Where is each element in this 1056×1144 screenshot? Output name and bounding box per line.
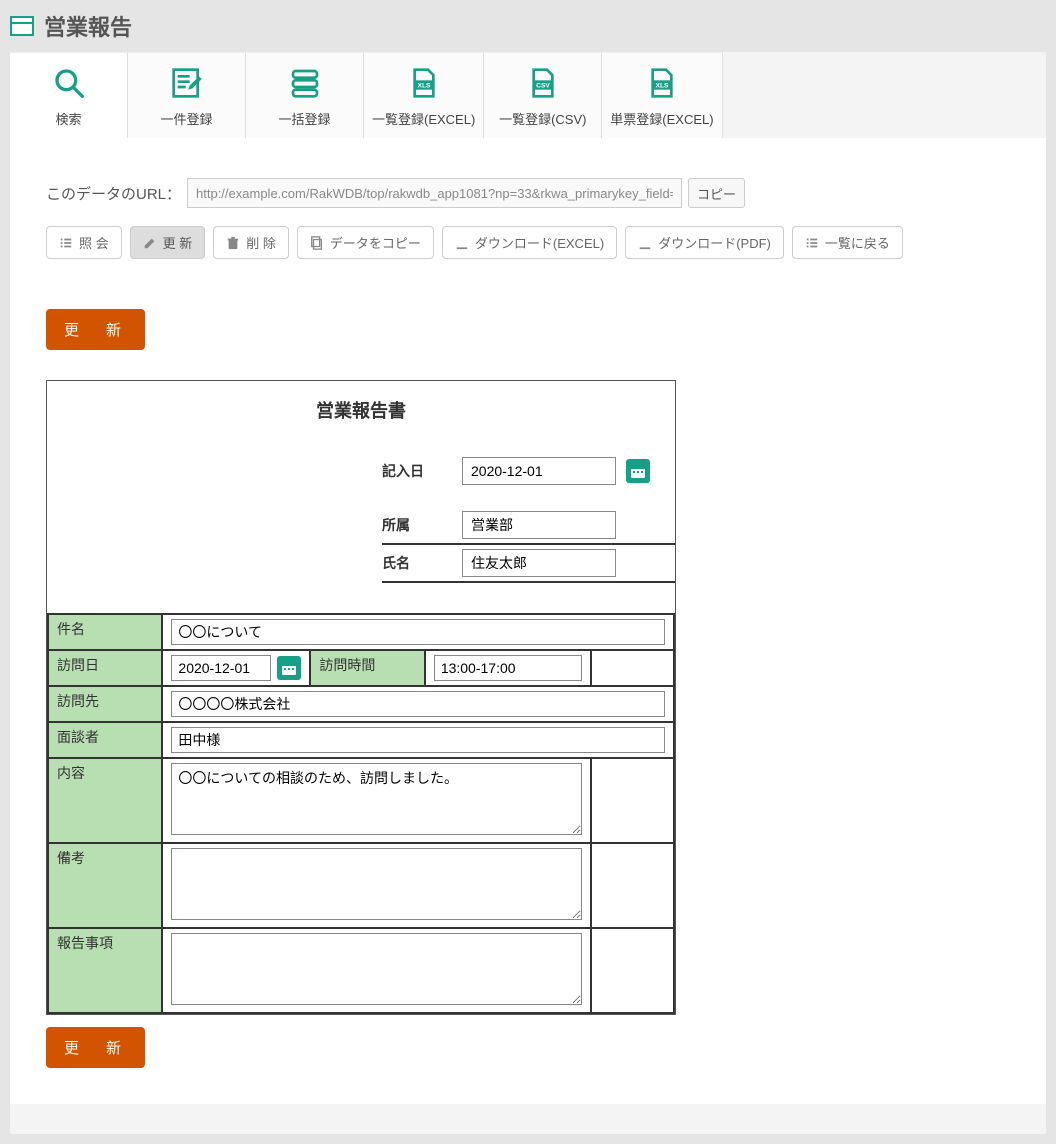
- visit-time-input[interactable]: [434, 655, 582, 681]
- copy-button[interactable]: コピー: [688, 178, 745, 208]
- download-excel-button[interactable]: ダウンロード(EXCEL): [442, 226, 617, 259]
- subject-label: 件名: [48, 614, 162, 650]
- tab-label: 単票登録(EXCEL): [610, 109, 713, 128]
- row-subject: 件名: [48, 614, 674, 650]
- pencil-icon: [143, 236, 157, 250]
- delete-button[interactable]: 削 除: [213, 226, 289, 259]
- data-grid: 件名 訪問日 訪問時間: [47, 613, 675, 1014]
- interviewee-label: 面談者: [48, 722, 162, 758]
- button-label: 更 新: [163, 233, 193, 252]
- copy-icon: [310, 236, 324, 250]
- row-visit-date: 訪問日 訪問時間: [48, 650, 674, 686]
- tab-label: 一括登録: [278, 109, 330, 128]
- action-bar: 照 会 更 新 削 除 データをコピー ダウンロード(EXCEL) ダウンロード…: [46, 226, 1010, 259]
- svg-text:XLS: XLS: [417, 83, 431, 90]
- tab-list-register-excel[interactable]: XLS 一覧登録(EXCEL): [364, 52, 484, 138]
- tab-label: 検索: [55, 109, 81, 128]
- visit-date-label: 訪問日: [48, 650, 162, 686]
- entry-date-label: 記入日: [382, 461, 452, 481]
- view-button[interactable]: 照 会: [46, 226, 122, 259]
- report-textarea[interactable]: [171, 933, 581, 1005]
- row-destination: 訪問先: [48, 686, 674, 722]
- tabs: 検索 一件登録 一括登録 XLS 一覧登録(EXCEL) CSV 一覧登録(CS…: [10, 52, 723, 138]
- tab-list-register-csv[interactable]: CSV 一覧登録(CSV): [484, 52, 602, 138]
- tab-search[interactable]: 検索: [10, 52, 128, 138]
- visit-time-label: 訪問時間: [310, 650, 424, 686]
- tab-single-register[interactable]: 一件登録: [128, 52, 246, 138]
- edit-doc-icon: [171, 67, 203, 99]
- name-label: 氏名: [382, 553, 452, 573]
- interviewee-input[interactable]: [171, 727, 665, 753]
- tab-single-register-excel[interactable]: XLS 単票登録(EXCEL): [602, 52, 722, 138]
- update-button-bottom[interactable]: 更 新: [46, 1027, 145, 1068]
- row-report: 報告事項: [48, 928, 674, 1013]
- xls-file-icon: XLS: [408, 67, 440, 99]
- page-title: 営業報告: [44, 10, 132, 42]
- main-panel: 検索 一件登録 一括登録 XLS 一覧登録(EXCEL) CSV 一覧登録(CS…: [10, 52, 1046, 1134]
- form-sheet: 営業報告書 記入日 所属 氏名: [46, 380, 676, 1015]
- back-to-list-button[interactable]: 一覧に戻る: [792, 226, 903, 259]
- stack-icon: [289, 67, 321, 99]
- download-icon: [455, 236, 469, 250]
- row-interviewee: 面談者: [48, 722, 674, 758]
- tab-bulk-register[interactable]: 一括登録: [246, 52, 364, 138]
- svg-text:XLS: XLS: [655, 83, 669, 90]
- calendar-icon[interactable]: [626, 459, 650, 483]
- url-label: このデータのURL：: [46, 183, 181, 204]
- button-label: 一覧に戻る: [825, 233, 890, 252]
- content-label: 内容: [48, 758, 162, 843]
- name-input[interactable]: [462, 549, 616, 577]
- search-icon: [53, 67, 85, 99]
- sheet-title: 営業報告書: [47, 381, 675, 453]
- entry-date-input[interactable]: [462, 457, 616, 485]
- button-label: データをコピー: [330, 233, 421, 252]
- content-area: このデータのURL： コピー 照 会 更 新 削 除 データをコピー: [10, 138, 1046, 1104]
- remarks-textarea[interactable]: [171, 848, 581, 920]
- xls-file-icon: XLS: [646, 67, 678, 99]
- window-icon: [10, 16, 34, 36]
- edit-button[interactable]: 更 新: [130, 226, 206, 259]
- report-label: 報告事項: [48, 928, 162, 1013]
- meta-row-department: 所属: [382, 507, 675, 545]
- visit-date-input[interactable]: [171, 655, 271, 681]
- download-icon: [638, 236, 652, 250]
- tab-label: 一覧登録(EXCEL): [372, 109, 475, 128]
- meta-row-name: 氏名: [382, 545, 675, 583]
- list-icon: [59, 236, 73, 250]
- department-label: 所属: [382, 515, 452, 535]
- page-header: 営業報告: [10, 10, 1046, 42]
- button-label: 照 会: [79, 233, 109, 252]
- destination-label: 訪問先: [48, 686, 162, 722]
- row-content: 内容: [48, 758, 674, 843]
- button-label: ダウンロード(EXCEL): [475, 233, 604, 252]
- calendar-icon[interactable]: [277, 656, 301, 680]
- content-textarea[interactable]: [171, 763, 581, 835]
- svg-text:CSV: CSV: [536, 83, 550, 90]
- update-button-top[interactable]: 更 新: [46, 309, 145, 350]
- remarks-label: 備考: [48, 843, 162, 928]
- destination-input[interactable]: [171, 691, 665, 717]
- department-input[interactable]: [462, 511, 616, 539]
- trash-icon: [226, 236, 240, 250]
- row-remarks: 備考: [48, 843, 674, 928]
- list-icon: [805, 236, 819, 250]
- csv-file-icon: CSV: [527, 67, 559, 99]
- copy-data-button[interactable]: データをコピー: [297, 226, 434, 259]
- download-pdf-button[interactable]: ダウンロード(PDF): [625, 226, 784, 259]
- subject-input[interactable]: [171, 619, 665, 645]
- meta-row-entry-date: 記入日: [382, 453, 675, 489]
- url-row: このデータのURL： コピー: [46, 178, 1010, 208]
- tab-label: 一覧登録(CSV): [499, 109, 586, 128]
- button-label: 削 除: [246, 233, 276, 252]
- tab-label: 一件登録: [160, 109, 212, 128]
- url-input[interactable]: [187, 178, 682, 208]
- meta-block: 記入日 所属 氏名: [47, 453, 675, 613]
- button-label: ダウンロード(PDF): [658, 233, 771, 252]
